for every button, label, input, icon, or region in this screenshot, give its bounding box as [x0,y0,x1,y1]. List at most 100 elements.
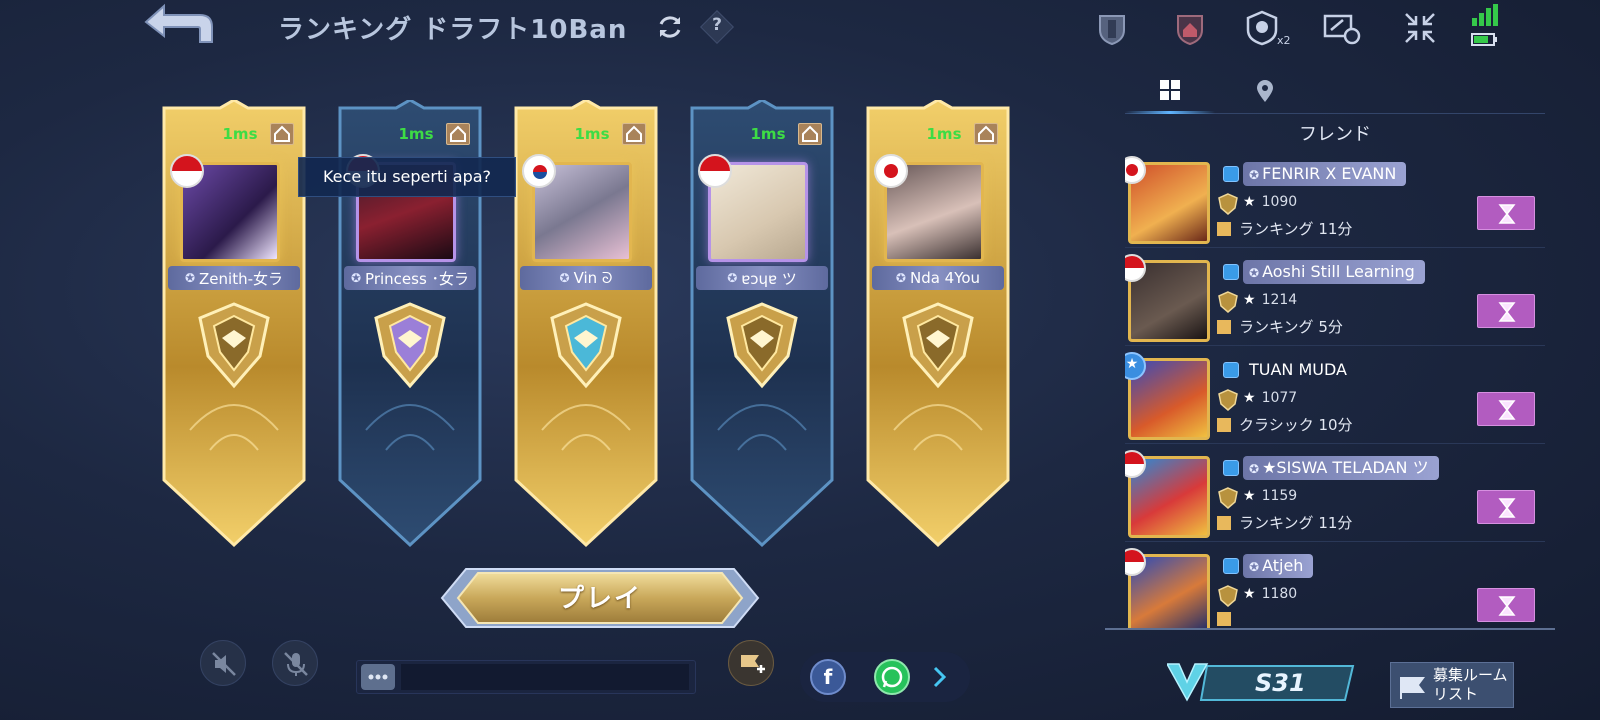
ping-label: 1ms [926,125,962,143]
friend-status: ランキング 11分 [1217,512,1352,533]
mode-icon [1217,418,1231,432]
shield-icon[interactable] [1094,10,1130,46]
rank-icon [1217,290,1239,314]
season-label: S31 [1255,669,1306,697]
home-icon[interactable] [446,123,470,145]
friend-points: ★ 1159 [1243,488,1297,504]
ping-label: 1ms [222,125,258,143]
star-icon: ✪ [895,271,906,285]
friend-row[interactable]: ✪ Atjeh ★ 1180 [1125,548,1545,628]
friend-row[interactable]: ✪ FENRIR X EVANN ★ 1090 ランキング 11分 [1125,156,1545,248]
friend-points: ★ 1090 [1243,194,1297,210]
whatsapp-icon[interactable] [874,659,910,695]
points-value: 1180 [1261,586,1298,602]
player-name: Zenith-女ラ [199,269,284,288]
player-name-bar: ✪ ɐɔɥɐ ツ [696,266,828,290]
friend-name: TUAN MUDA [1249,360,1347,379]
tab-location[interactable] [1220,72,1310,112]
mic-mute-button[interactable] [272,640,318,686]
house-shield-icon[interactable] [1172,10,1208,46]
mythic-rank-emblem-icon [722,300,802,390]
friend-status: ランキング 11分 [1217,218,1352,239]
rank-icon [1217,486,1239,510]
invite-button[interactable] [1477,294,1535,328]
chat-box [356,660,696,694]
invite-button[interactable] [1477,588,1535,622]
invite-button[interactable] [1477,392,1535,426]
friend-status: クラシック 10分 [1217,414,1353,435]
mythic-rank-emblem-icon [546,300,626,390]
friend-row[interactable]: ✪ ★SISWA TELADAN ツ ★ 1159 ランキング 11分 [1125,450,1545,542]
play-button[interactable]: プレイ [440,565,760,631]
ping-label: 1ms [750,125,786,143]
country-flag-icon [522,154,556,188]
player-slot[interactable]: 1ms ✪ Nda 4You [864,100,1012,550]
mythic-rank-emblem-icon [194,300,274,390]
friend-name: Atjeh [1262,556,1304,575]
hourglass-icon [1498,498,1516,518]
friend-name-tag: ✪ Atjeh [1243,554,1314,578]
chat-input[interactable] [401,664,689,690]
friend-list[interactable]: ✪ FENRIR X EVANN ★ 1090 ランキング 11分 ✪ Aoshi S… [1125,156,1545,628]
friend-name-tag: ✪ FENRIR X EVANN [1243,162,1407,186]
tab-friends-grid[interactable] [1125,72,1215,114]
ping-label: 1ms [398,125,434,143]
country-flag-icon [874,154,908,188]
signal-battery-indicator [1470,4,1500,48]
chevron-right-icon[interactable] [928,664,952,690]
home-icon[interactable] [974,123,998,145]
mode-icon [1217,320,1231,334]
recruit-room-list-button[interactable]: 募集ルームリスト [1390,662,1514,708]
top-bar: ランキング ドラフト10Ban ? x2 [0,0,1600,60]
friend-name: FENRIR X EVANN [1262,164,1397,183]
country-flag-icon [698,154,732,188]
add-recruit-button[interactable] [728,640,774,686]
mode-icon [1217,222,1231,236]
friend-name-tag: ✪ Aoshi Still Learning [1243,260,1425,284]
player-name-bar: ✪ Zenith-女ラ [168,266,300,290]
invite-button[interactable] [1477,490,1535,524]
star-icon: ★ [1243,488,1256,504]
help-button[interactable]: ? [700,10,734,44]
back-arrow-button[interactable] [138,2,216,46]
home-icon[interactable] [798,123,822,145]
player-slot[interactable]: 1ms ✪ Zenith-女ラ [160,100,308,550]
mic-off-icon [284,652,308,676]
page-title: ランキング ドラフト10Ban [278,15,628,45]
collapse-icon[interactable] [1402,10,1438,46]
location-pin-icon [1257,80,1273,102]
ping-label: 1ms [574,125,610,143]
facebook-icon[interactable]: f [810,659,846,695]
friend-row[interactable]: ★ TUAN MUDA ★ 1077 クラシック 10分 [1125,352,1545,444]
star-icon: ✪ [1249,168,1260,182]
online-status-icon [1223,558,1239,574]
player-slot[interactable]: 1ms ✪ ɐɔɥɐ ツ [688,100,836,550]
refresh-button[interactable] [655,12,685,42]
season-button[interactable]: S31 [1165,660,1357,706]
hourglass-icon [1498,400,1516,420]
home-icon[interactable] [270,123,294,145]
player-slot[interactable]: 1ms ✪ Vin ᘐ [512,100,660,550]
flag-plus-icon [741,655,765,673]
online-status-icon [1223,362,1239,378]
invite-button[interactable] [1477,196,1535,230]
question-icon: ? [712,15,722,35]
friend-points: ★ 1214 [1243,292,1297,308]
online-status-icon [1223,166,1239,182]
play-button-label: プレイ [557,584,642,614]
mythic-rank-emblem-icon [370,300,450,390]
star-icon: ✪ [1249,560,1260,574]
record-icon[interactable] [1322,10,1362,46]
hourglass-icon [1498,302,1516,322]
friend-row[interactable]: ✪ Aoshi Still Learning ★ 1214 ランキング 5分 [1125,254,1545,346]
recruit-label: 募集ルームリスト [1433,666,1508,703]
friend-name: Aoshi Still Learning [1262,262,1415,281]
panel-title: フレンド [1299,124,1371,145]
chat-bubble-icon[interactable] [361,664,395,690]
party-x2-icon[interactable]: x2 [1244,10,1291,47]
home-icon[interactable] [622,123,646,145]
speaker-mute-button[interactable] [200,640,246,686]
star-icon: ✪ [1249,462,1260,476]
panel-tabs [1125,70,1545,114]
chat-tooltip: Kece itu seperti apa? [298,157,516,197]
